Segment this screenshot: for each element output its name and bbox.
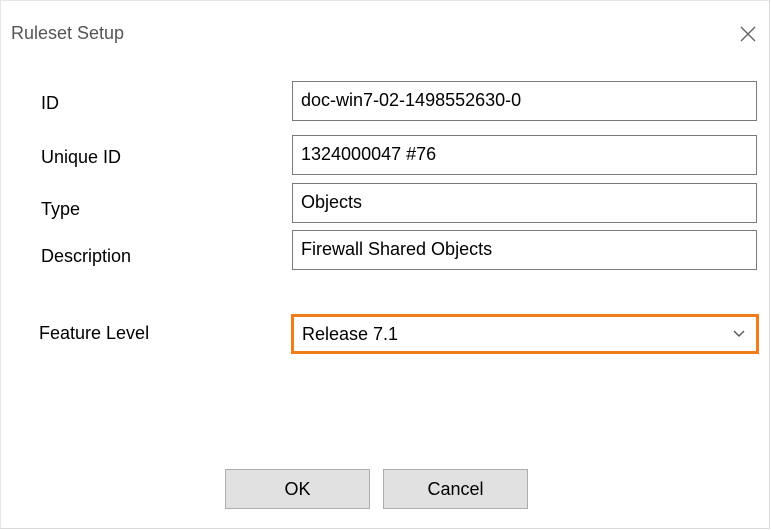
- type-label: Type: [41, 199, 81, 219]
- description-field[interactable]: Firewall Shared Objects: [292, 230, 757, 270]
- unique-id-label: Unique ID: [41, 147, 122, 167]
- close-icon[interactable]: [739, 25, 757, 43]
- unique-id-field[interactable]: 1324000047 #76: [292, 135, 757, 175]
- title-bar: Ruleset Setup: [1, 1, 769, 65]
- chevron-down-icon[interactable]: [732, 327, 746, 341]
- type-field[interactable]: Objects: [292, 183, 757, 223]
- description-label: Description: [41, 246, 132, 266]
- ruleset-setup-dialog: Ruleset Setup ID doc-win7-02-1498552630-…: [0, 0, 770, 529]
- ok-button[interactable]: OK: [225, 469, 370, 509]
- feature-level-label: Feature Level: [39, 323, 150, 343]
- id-field[interactable]: doc-win7-02-1498552630-0: [292, 81, 757, 121]
- feature-level-select[interactable]: Release 7.1: [291, 314, 759, 354]
- id-label: ID: [41, 93, 59, 113]
- feature-level-value: Release 7.1: [302, 324, 399, 344]
- dialog-title: Ruleset Setup: [11, 23, 125, 43]
- cancel-button[interactable]: Cancel: [383, 469, 528, 509]
